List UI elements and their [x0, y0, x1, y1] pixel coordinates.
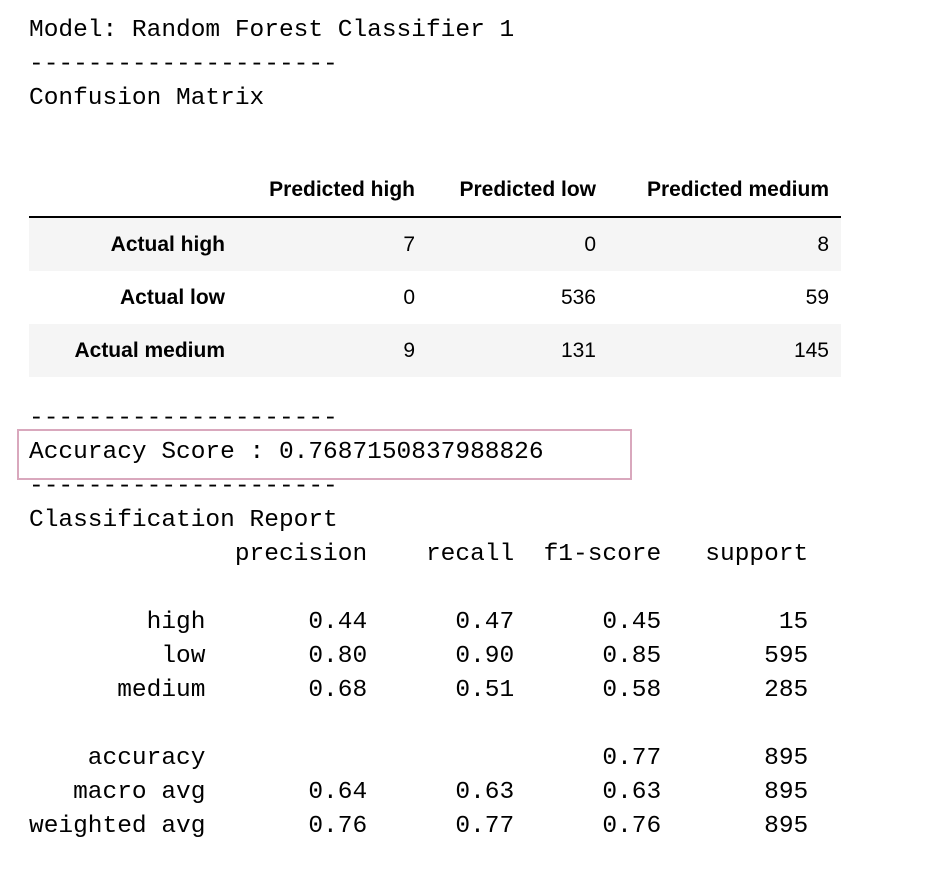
report-row-accuracy: accuracy 0.77 895: [29, 745, 809, 772]
report-row-macro-avg: macro avg 0.64 0.63 0.63 895: [29, 779, 809, 806]
header-block: Model: Random Forest Classifier 1 -------…: [29, 14, 514, 116]
row-header: Actual high: [110, 232, 225, 256]
separator-line: ---------------------: [29, 473, 338, 500]
report-row-medium: medium 0.68 0.51 0.58 285: [29, 677, 809, 704]
table-cell: 131: [560, 338, 596, 362]
report-blank-line: [29, 572, 808, 606]
column-header: Predicted medium: [608, 164, 841, 218]
separator-line: ---------------------: [29, 51, 338, 78]
corner-cell: [29, 164, 237, 218]
confusion-matrix-header-row: Predicted high Predicted low Predicted m…: [29, 164, 841, 218]
report-row-weighted-avg: weighted avg 0.76 0.77 0.76 895: [29, 813, 809, 840]
table-cell: 0: [403, 285, 415, 309]
row-header: Actual medium: [74, 338, 225, 362]
table-row: Actual high 7 0 8: [29, 217, 841, 271]
table-cell: 8: [817, 232, 829, 256]
table-cell: 145: [793, 338, 829, 362]
column-header: Predicted low: [427, 164, 608, 218]
table-row: Actual low 0 536 59: [29, 271, 841, 324]
table-cell: 9: [403, 338, 415, 362]
row-header: Actual low: [119, 285, 225, 309]
classification-report-title: Classification Report: [29, 507, 338, 534]
table-cell: 0: [584, 232, 596, 256]
report-row-low: low 0.80 0.90 0.85 595: [29, 643, 809, 670]
model-title: Model: Random Forest Classifier 1: [29, 17, 515, 44]
table-cell: 7: [403, 232, 415, 256]
report-header-line: precision recall f1-score support: [29, 541, 809, 568]
table-cell: 536: [560, 285, 596, 309]
accuracy-score-line: Accuracy Score : 0.7687150837988826: [29, 439, 544, 466]
confusion-matrix-title: Confusion Matrix: [29, 85, 265, 112]
classification-report: Classification Report precision recall f…: [29, 504, 808, 844]
table-cell: 59: [805, 285, 829, 309]
report-blank-line: [29, 708, 808, 742]
table-row: Actual medium 9 131 145: [29, 324, 841, 377]
confusion-matrix-table: Predicted high Predicted low Predicted m…: [29, 164, 841, 377]
column-header: Predicted high: [237, 164, 427, 218]
report-row-high: high 0.44 0.47 0.45 15: [29, 609, 809, 636]
